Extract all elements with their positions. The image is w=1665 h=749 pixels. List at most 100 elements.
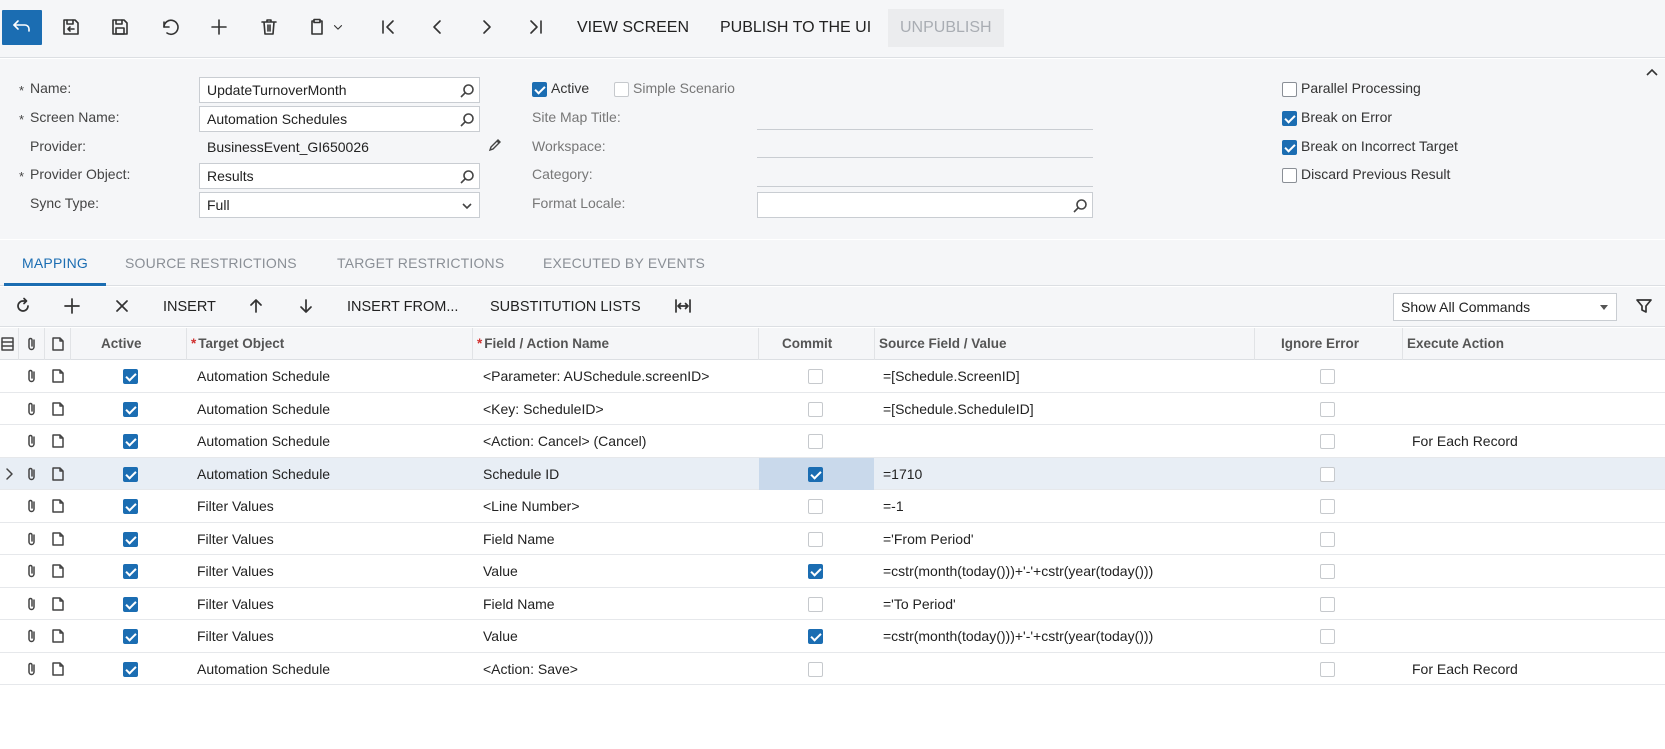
row-field-action[interactable]: <Action: Cancel> (Cancel)	[483, 425, 646, 457]
site-map-title-field[interactable]	[757, 129, 1093, 130]
row-field-action[interactable]: Schedule ID	[483, 458, 559, 490]
tab-target-restrictions[interactable]: TARGET RESTRICTIONS	[319, 240, 522, 286]
note-icon[interactable]	[50, 531, 66, 547]
row-commit-checkbox[interactable]	[808, 401, 823, 417]
search-icon[interactable]	[1072, 197, 1088, 213]
table-row[interactable]: Filter Values Field Name ='To Period'	[0, 587, 1665, 620]
row-commit-checkbox[interactable]	[808, 434, 823, 449]
table-row[interactable]: Automation Schedule <Action: Cancel> (Can…	[0, 425, 1665, 458]
row-source-value[interactable]: =[Schedule.ScheduleID]	[883, 393, 1034, 425]
row-field-action[interactable]: <Parameter: AUSchedule.screenID>	[483, 360, 709, 392]
provider-object-field[interactable]: Results	[199, 163, 480, 189]
row-source-value[interactable]: =1710	[883, 458, 922, 490]
table-row[interactable]: Filter Values Value =cstr(month(today()))+…	[0, 620, 1665, 653]
row-commit-checkbox[interactable]	[808, 499, 823, 514]
row-target-object[interactable]: Filter Values	[197, 620, 274, 652]
col-commit[interactable]: Commit	[782, 328, 832, 360]
insert-from-button[interactable]: INSERT FROM...	[347, 287, 458, 327]
collapse-chevron-up-icon[interactable]	[1644, 65, 1660, 81]
tab-mapping[interactable]: MAPPING	[4, 240, 106, 286]
table-row[interactable]: Filter Values Field Name ='From Period'	[0, 522, 1665, 555]
move-down-button[interactable]	[293, 295, 319, 319]
tab-executed-by-events[interactable]: EXECUTED BY EVENTS	[525, 240, 723, 286]
col-target-object[interactable]: * Target Object	[191, 328, 284, 360]
search-icon[interactable]	[459, 168, 475, 184]
edit-pencil-icon[interactable]	[487, 137, 503, 153]
publish-button[interactable]: PUBLISH TO THE UI	[708, 9, 883, 47]
row-target-object[interactable]: Filter Values	[197, 555, 274, 587]
row-target-object[interactable]: Automation Schedule	[197, 653, 330, 685]
row-field-action[interactable]: Value	[483, 555, 518, 587]
row-ignore-error-checkbox[interactable]	[1320, 499, 1335, 514]
row-field-action[interactable]: Value	[483, 620, 518, 652]
row-source-value[interactable]: =cstr(month(today()))+'-'+cstr(year(toda…	[883, 620, 1153, 652]
row-active-checkbox[interactable]	[123, 434, 138, 449]
row-commit-checkbox[interactable]	[808, 369, 823, 384]
row-target-object[interactable]: Automation Schedule	[197, 425, 330, 457]
cancel-button[interactable]	[148, 9, 192, 47]
back-button[interactable]	[2, 10, 42, 45]
row-field-action[interactable]: <Action: Save>	[483, 653, 578, 685]
row-source-value[interactable]: ='From Period'	[883, 523, 974, 555]
row-active-checkbox[interactable]	[123, 499, 138, 514]
format-locale-field[interactable]	[757, 192, 1093, 218]
row-source-value[interactable]: ='To Period'	[883, 588, 956, 620]
break-on-incorrect-target-checkbox[interactable]	[1282, 140, 1297, 155]
row-source-value[interactable]: =cstr(month(today()))+'-'+cstr(year(toda…	[883, 555, 1153, 587]
table-row[interactable]: Automation Schedule <Parameter: AUSchedul…	[0, 360, 1665, 393]
row-ignore-error-checkbox[interactable]	[1320, 531, 1335, 547]
row-commit-checkbox[interactable]	[808, 596, 823, 612]
note-icon[interactable]	[50, 368, 66, 384]
simple-scenario-checkbox[interactable]	[614, 82, 629, 97]
row-active-checkbox[interactable]	[123, 531, 138, 547]
row-active-checkbox[interactable]	[123, 564, 138, 579]
attachment-icon[interactable]	[24, 466, 40, 482]
table-row[interactable]: Filter Values <Line Number> =-1	[0, 490, 1665, 523]
row-active-checkbox[interactable]	[123, 369, 138, 384]
row-ignore-error-checkbox[interactable]	[1320, 369, 1335, 384]
substitution-lists-button[interactable]: SUBSTITUTION LISTS	[490, 287, 641, 327]
table-row[interactable]: Filter Values Value =cstr(month(today()))+…	[0, 555, 1665, 588]
row-target-object[interactable]: Filter Values	[197, 588, 274, 620]
row-active-checkbox[interactable]	[123, 401, 138, 417]
row-ignore-error-checkbox[interactable]	[1320, 661, 1335, 677]
row-commit-checkbox[interactable]	[808, 661, 823, 677]
note-icon[interactable]	[50, 433, 66, 449]
category-field[interactable]	[757, 186, 1093, 187]
row-field-action[interactable]: <Key: ScheduleID>	[483, 393, 604, 425]
row-source-value[interactable]: =[Schedule.ScreenID]	[883, 360, 1020, 392]
row-source-value[interactable]: =-1	[883, 490, 904, 522]
row-commit-checkbox[interactable]	[808, 531, 823, 547]
note-icon[interactable]	[50, 628, 66, 644]
attachment-icon[interactable]	[24, 433, 40, 449]
row-target-object[interactable]: Automation Schedule	[197, 393, 330, 425]
row-ignore-error-checkbox[interactable]	[1320, 596, 1335, 612]
insert-button[interactable]: INSERT	[163, 287, 216, 327]
row-target-object[interactable]: Automation Schedule	[197, 458, 330, 490]
screen-name-field[interactable]: Automation Schedules	[199, 106, 480, 132]
note-icon[interactable]	[50, 661, 66, 677]
save-button[interactable]	[98, 9, 142, 47]
add-row-button[interactable]	[59, 295, 85, 319]
refresh-button[interactable]	[10, 295, 36, 319]
row-execute-action[interactable]: For Each Record	[1412, 425, 1518, 457]
delete-row-button[interactable]	[109, 295, 135, 319]
commands-filter-select[interactable]: Show All Commands	[1393, 293, 1617, 321]
row-target-object[interactable]: Filter Values	[197, 490, 274, 522]
previous-record-button[interactable]	[415, 9, 459, 47]
row-field-action[interactable]: Field Name	[483, 588, 555, 620]
fit-columns-button[interactable]	[670, 295, 696, 319]
row-commit-checkbox[interactable]	[808, 629, 823, 644]
clipboard-menu-button[interactable]	[296, 9, 356, 47]
table-row[interactable]: Automation Schedule <Action: Save> For Eac…	[0, 652, 1665, 685]
workspace-field[interactable]	[757, 157, 1093, 158]
col-active[interactable]: Active	[101, 328, 142, 360]
row-ignore-error-checkbox[interactable]	[1320, 434, 1335, 449]
attachment-icon[interactable]	[24, 401, 40, 417]
row-active-checkbox[interactable]	[123, 629, 138, 644]
row-field-action[interactable]: Field Name	[483, 523, 555, 555]
add-button[interactable]	[197, 9, 241, 47]
row-active-checkbox[interactable]	[123, 596, 138, 612]
row-settings-icon[interactable]	[0, 336, 16, 352]
row-target-object[interactable]: Filter Values	[197, 523, 274, 555]
